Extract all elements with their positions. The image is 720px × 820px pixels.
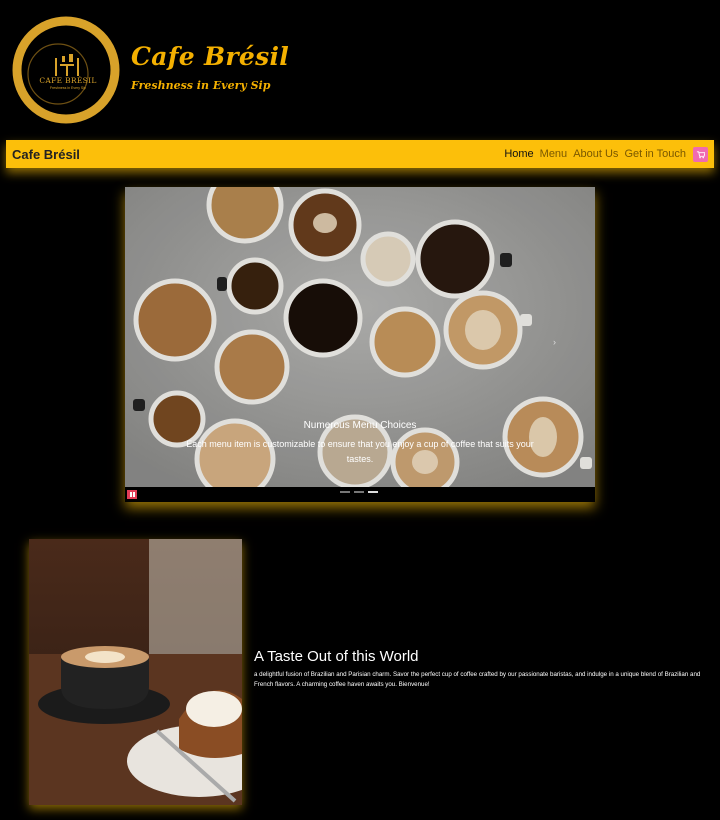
carousel-indicators [340, 491, 378, 493]
carousel-controls [125, 487, 595, 502]
feature-title: A Taste Out of this World [254, 648, 419, 665]
nav-link-about-us[interactable]: About Us [573, 148, 618, 160]
nav-link-menu[interactable]: Menu [540, 148, 568, 160]
cart-button[interactable] [693, 146, 708, 162]
coffee-cake-image [29, 539, 242, 805]
brand-name: Cafe Brésil [131, 42, 290, 71]
chevron-right-icon: › [553, 337, 556, 347]
carousel-indicator-1[interactable] [340, 491, 350, 493]
hero-carousel: Numerous Menu Choices Each menu item is … [125, 187, 595, 502]
cart-icon [696, 150, 705, 158]
nav-link-get-in-touch[interactable]: Get in Touch [624, 148, 686, 160]
nav-links: Home Menu About Us Get in Touch [504, 146, 708, 162]
carousel-indicator-2[interactable] [354, 491, 364, 493]
caption-text: Each menu item is customizable to ensure… [186, 439, 534, 464]
feature-text: a delightful fusion of Brazilian and Par… [254, 671, 701, 688]
logo-subtext: Freshness in Every Sip [50, 86, 86, 90]
carousel-indicator-3[interactable] [368, 491, 378, 493]
carousel-caption: Numerous Menu Choices Each menu item is … [185, 420, 535, 467]
carousel-next-button[interactable]: › [553, 337, 556, 347]
brand-tagline: Freshness in Every Sip [131, 79, 271, 92]
navbar-brand[interactable]: Cafe Brésil [12, 147, 504, 162]
navbar: Cafe Brésil Home Menu About Us Get in To… [6, 140, 714, 168]
logo-text: CAFE BRÉSIL [39, 76, 97, 85]
caption-title: Numerous Menu Choices [303, 420, 417, 431]
logo-ring-icon [12, 16, 120, 124]
nav-link-home[interactable]: Home [504, 148, 533, 160]
carousel-pause-button[interactable] [127, 490, 137, 499]
site-logo[interactable]: CAFE BRÉSIL Freshness in Every Sip [10, 14, 122, 126]
pause-icon [129, 492, 132, 497]
